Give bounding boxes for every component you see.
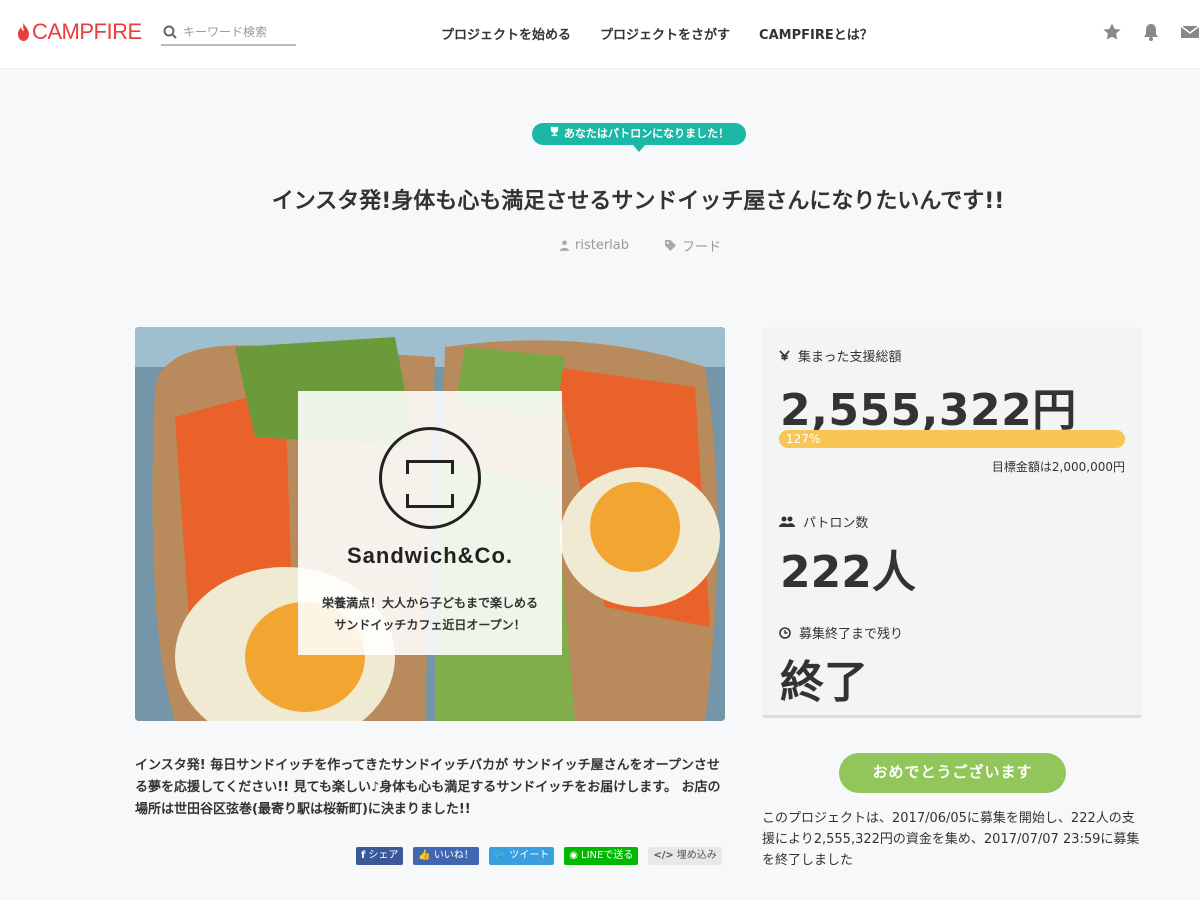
tag-icon — [665, 240, 676, 251]
remaining-status: 終了 — [780, 657, 868, 708]
owner-name: risterlab — [575, 238, 629, 253]
line-share-button[interactable]: ◉ LINEで送る — [564, 847, 639, 865]
code-icon: </> — [653, 850, 674, 861]
campfire-logo[interactable]: CAMPFIRE — [17, 20, 142, 44]
facebook-share-label: シェア — [368, 850, 399, 861]
owner-link[interactable]: risterlab — [560, 236, 629, 255]
facebook-icon: f — [361, 850, 366, 861]
patrons-label: パトロン数 — [779, 512, 868, 531]
brand-logo-mark-top — [406, 460, 454, 474]
amount-label-text: 集まった支援総額 — [798, 350, 902, 365]
embed-button[interactable]: </> 埋め込み — [648, 847, 722, 865]
share-buttons: f シェア 👍 いいね！ 🐦 ツイート ◉ LINEで送る </> 埋め込み — [356, 847, 732, 865]
user-icon — [560, 240, 569, 251]
brand-tagline-1: 栄養満点！大人から子どもまで楽しめる — [321, 596, 538, 610]
yen-icon — [779, 350, 790, 361]
twitter-icon: 🐦 — [493, 850, 507, 861]
line-share-label: LINEで送る — [581, 850, 634, 861]
users-icon — [779, 516, 795, 527]
funded-amount: 2,555,322円 — [780, 385, 1077, 436]
nav-find-project[interactable]: プロジェクトをさがす — [600, 24, 730, 43]
category-name: フード — [682, 240, 722, 255]
main-nav: プロジェクトを始める プロジェクトをさがす CAMPFIREとは？ — [441, 24, 902, 43]
category-link[interactable]: フード — [665, 236, 721, 255]
logo-text: CAMPFIRE — [32, 19, 142, 44]
remaining-label: 募集終了まで残り — [779, 623, 903, 642]
project-summary: このプロジェクトは、2017/06/05に募集を開始し、222人の支援により2,… — [762, 811, 1140, 868]
line-icon: ◉ — [569, 850, 578, 861]
facebook-share-button[interactable]: f シェア — [356, 847, 404, 865]
bell-icon[interactable] — [1141, 22, 1161, 42]
thumbs-up-icon: 👍 — [418, 850, 431, 861]
project-hero-image[interactable]: Sandwich&Co. 栄養満点！大人から子どもまで楽しめる サンドイッチカフ… — [135, 327, 725, 721]
nav-about-campfire[interactable]: CAMPFIREとは？ — [759, 24, 873, 43]
tweet-button[interactable]: 🐦 ツイート — [488, 847, 555, 865]
amount-label: 集まった支援総額 — [779, 346, 901, 365]
project-title: インスタ発!身体も心も満足させるサンドイッチ屋さんになりたいんです!! — [271, 189, 1005, 214]
brand-logo-ring — [379, 427, 481, 529]
goal-amount: 目標金額は2,000,000円 — [991, 460, 1125, 474]
flame-icon — [18, 23, 29, 41]
congratulations-button[interactable]: おめでとうございます — [839, 753, 1066, 793]
star-icon[interactable] — [1102, 22, 1122, 42]
facebook-like-label: いいね！ — [433, 850, 474, 861]
search-box — [161, 20, 296, 46]
funding-progress-bar: 127% — [779, 430, 1125, 448]
patrons-label-text: パトロン数 — [803, 516, 869, 531]
search-icon — [163, 25, 177, 39]
header-icons — [1083, 22, 1200, 42]
embed-label: 埋め込み — [676, 850, 717, 861]
clock-icon — [779, 626, 791, 639]
site-header: CAMPFIRE プロジェクトを始める プロジェクトをさがす CAMPFIREと… — [0, 0, 1200, 69]
trophy-icon — [549, 123, 560, 145]
search-input[interactable] — [183, 25, 293, 39]
brand-logo-mark-bottom — [406, 494, 454, 508]
funding-stats-panel: 集まった支援総額 2,555,322円 127% 目標金額は2,000,000円… — [762, 327, 1142, 718]
tweet-label: ツイート — [509, 850, 550, 861]
mail-icon[interactable] — [1180, 22, 1200, 42]
remaining-label-text: 募集終了まで残り — [799, 627, 904, 642]
project-meta: risterlab フード — [560, 236, 757, 255]
patron-badge: あなたはパトロンになりました！ — [532, 123, 746, 152]
brand-card: Sandwich&Co. 栄養満点！大人から子どもまで楽しめる サンドイッチカフ… — [298, 391, 562, 655]
patron-count: 222人 — [780, 547, 916, 598]
brand-name: Sandwich&Co. — [346, 543, 513, 568]
brand-tagline-2: サンドイッチカフェ近日オープン！ — [334, 618, 526, 632]
facebook-like-button[interactable]: 👍 いいね！ — [413, 847, 479, 865]
project-description: インスタ発! 毎日サンドイッチを作ってきたサンドイッチバカが サンドイッチ屋さん… — [135, 758, 721, 817]
funding-percent: 127% — [786, 432, 821, 446]
nav-start-project[interactable]: プロジェクトを始める — [441, 24, 571, 43]
patron-badge-text: あなたはパトロンになりました！ — [563, 127, 730, 140]
